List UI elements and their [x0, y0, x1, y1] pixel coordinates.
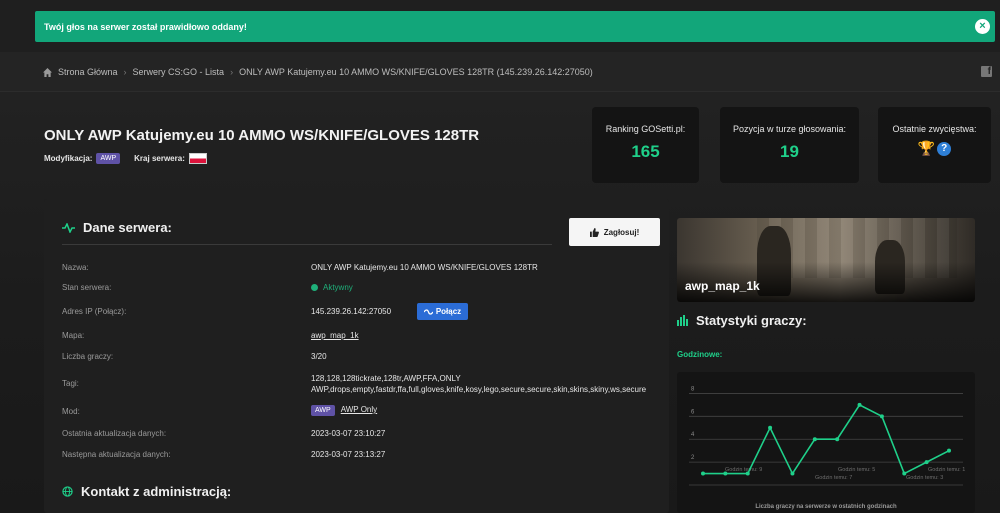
thumbs-up-icon — [589, 227, 599, 237]
trophy-icon: 🏆 — [917, 140, 936, 156]
chart-point — [924, 460, 929, 465]
admin-contact-heading: Kontakt z administracją: — [62, 484, 231, 499]
player-stats-title: Statystyki graczy: — [696, 313, 807, 328]
chart-y-tick-label: 8 — [691, 386, 695, 392]
question-icon[interactable]: ? — [937, 141, 952, 156]
chart-point — [745, 471, 750, 476]
chart-point — [902, 471, 907, 476]
breadcrumb-separator: › — [230, 67, 234, 77]
server-details-heading: Dane serwera: — [62, 220, 172, 235]
breadcrumb-current: ONLY AWP Katujemy.eu 10 AMMO WS/KNIFE/GL… — [239, 67, 593, 77]
ranking-label: Ranking GOSetti.pl: — [605, 124, 686, 134]
ip-value: 145.239.26.142:27050 — [311, 307, 392, 316]
tags-value: 128,128,128tickrate,128tr,AWP,FFA,ONLY A… — [311, 374, 647, 394]
mod-badge: AWP — [96, 153, 121, 164]
mod-label: Modyfikacja: — [44, 154, 93, 163]
wins-box: Ostatnie zwycięstwa: 🏆 ? — [878, 107, 991, 183]
breadcrumb: Strona Główna › Serwery CS:GO - Lista › … — [43, 67, 593, 77]
success-alert: Twój głos na serwer został prawidłowo od… — [35, 11, 995, 42]
breadcrumb-server-list[interactable]: Serwery CS:GO - Lista — [133, 67, 225, 77]
admin-contact-title: Kontakt z administracją: — [81, 484, 232, 499]
breadcrumb-home[interactable]: Strona Główna — [58, 67, 118, 77]
vote-button[interactable]: Zagłosuj! — [569, 218, 660, 246]
chart-point — [879, 414, 884, 419]
vote-position-label: Pozycja w turze głosowania: — [732, 124, 847, 134]
bar-chart-icon — [677, 315, 688, 326]
poland-flag-icon — [188, 153, 207, 164]
chart-point — [723, 471, 728, 476]
server-status: Aktywny — [311, 283, 353, 292]
chart-x-label: Liczba graczy na serwerze w ostatnich go… — [755, 504, 897, 510]
chart-x-annotation: Godzin temu: 7 — [815, 475, 852, 481]
row-label: Mapa: — [62, 331, 85, 340]
chart-svg: 2 4 6 8 Godzin temu: 9 Godzin temu: 7 Godzin t… — [689, 386, 965, 510]
row-label: Mod: — [62, 407, 80, 416]
chart-x-annotation: Godzin temu: 9 — [725, 467, 762, 473]
home-icon — [43, 67, 52, 77]
breadcrumb-bar: Strona Główna › Serwery CS:GO - Lista › … — [0, 52, 1000, 92]
row-label: Następna aktualizacja danych: — [62, 450, 171, 459]
wins-label: Ostatnie zwycięstwa: — [892, 124, 977, 134]
map-link[interactable]: awp_map_1k — [311, 331, 359, 340]
country-label: Kraj serwera: — [134, 154, 185, 163]
player-chart: 2 4 6 8 Godzin temu: 9 Godzin temu: 7 Godzin t… — [677, 372, 975, 513]
map-image: awp_map_1k — [677, 218, 975, 302]
vote-position-box: Pozycja w turze głosowania: 19 — [720, 107, 859, 183]
next-update-value: 2023-03-07 23:13:27 — [311, 450, 386, 459]
globe-icon — [62, 486, 73, 497]
pulse-icon — [62, 222, 75, 233]
chart-point — [947, 448, 951, 453]
alert-message: Twój głos na serwer został prawidłowo od… — [44, 21, 247, 32]
row-label: Nazwa: — [62, 263, 89, 272]
server-meta: Modyfikacja: AWP Kraj serwera: — [44, 153, 207, 164]
chart-x-annotation: Godzin temu: 5 — [838, 467, 875, 473]
mod-row: AWP AWP Only — [311, 405, 377, 416]
breadcrumb-separator: › — [123, 67, 127, 77]
page-title: ONLY AWP Katujemy.eu 10 AMMO WS/KNIFE/GL… — [44, 127, 480, 144]
row-label: Tagi: — [62, 379, 79, 388]
chart-point — [790, 471, 795, 476]
row-label: Ostatnia aktualizacja danych: — [62, 429, 167, 438]
chart-x-annotation: Godzin temu: 3 — [906, 475, 943, 481]
divider — [62, 244, 552, 245]
ranking-box: Ranking GOSetti.pl: 165 — [592, 107, 699, 183]
map-name: awp_map_1k — [685, 279, 760, 293]
ranking-value: 165 — [631, 142, 660, 161]
chart-y-tick-label: 6 — [691, 409, 695, 415]
status-dot-icon — [311, 284, 318, 291]
mod-row-badge: AWP — [311, 405, 335, 416]
row-label: Stan serwera: — [62, 283, 112, 292]
server-details-title: Dane serwera: — [83, 220, 172, 235]
last-update-value: 2023-03-07 23:10:27 — [311, 429, 386, 438]
hourly-label: Godzinowe: — [677, 350, 723, 359]
close-icon[interactable]: × — [975, 19, 990, 34]
chart-point — [768, 425, 773, 430]
player-count-value: 3/20 — [311, 352, 327, 361]
chart-y-tick-label: 2 — [691, 455, 695, 461]
vote-position-value: 19 — [780, 142, 799, 161]
chart-y-tick-label: 4 — [691, 432, 695, 438]
vote-button-label: Zagłosuj! — [603, 227, 640, 237]
server-name-value: ONLY AWP Katujemy.eu 10 AMMO WS/KNIFE/GL… — [311, 263, 538, 272]
chart-point — [812, 437, 817, 442]
status-value: Aktywny — [323, 283, 353, 292]
connect-icon — [423, 308, 433, 315]
wins-icons: 🏆 ? — [878, 140, 991, 157]
chart-point — [857, 402, 862, 407]
chart-x-annotation: Godzin temu: 1 — [928, 467, 965, 473]
player-stats-heading: Statystyki graczy: — [677, 313, 807, 328]
facebook-icon[interactable]: f — [981, 66, 992, 77]
row-label: Liczba graczy: — [62, 352, 114, 361]
server-details-panel — [44, 199, 669, 513]
connect-button[interactable]: Połącz — [417, 303, 468, 320]
mod-link[interactable]: AWP Only — [341, 405, 377, 414]
chart-point — [701, 471, 705, 476]
row-label: Adres IP (Połącz): — [62, 307, 127, 316]
chart-point — [835, 437, 840, 442]
connect-button-label: Połącz — [435, 307, 462, 316]
